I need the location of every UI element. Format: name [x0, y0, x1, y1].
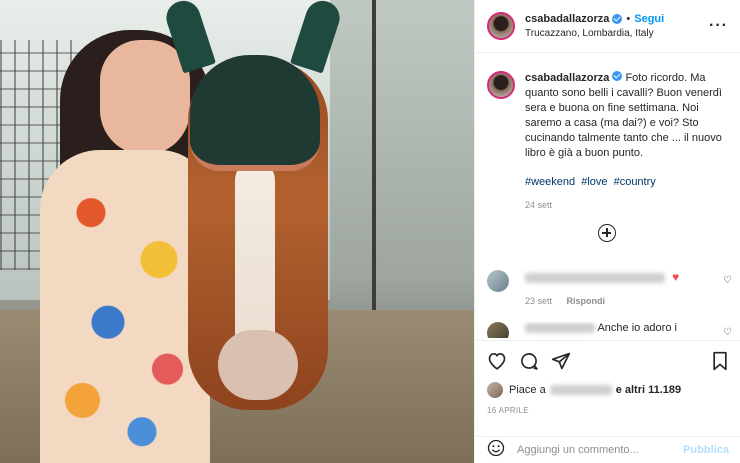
bookmark-icon[interactable] — [711, 351, 729, 376]
comment-blurred-username — [525, 323, 595, 334]
post-side-panel: csabadallazorza • Segui Trucazzano, Lomb… — [474, 0, 740, 463]
liker-avatar[interactable] — [487, 382, 503, 398]
hashtags: #weekend #love #country — [525, 175, 728, 190]
post-date: 16 APRILE — [487, 406, 529, 415]
reply-button[interactable]: Rispondi — [567, 296, 606, 306]
post-photo[interactable] — [0, 0, 474, 463]
header-meta: csabadallazorza • Segui Trucazzano, Lomb… — [525, 13, 709, 39]
comment-avatar[interactable] — [487, 322, 509, 338]
caption-date: 24 sett — [525, 200, 553, 210]
caption-avatar[interactable] — [487, 71, 515, 99]
hashtag-link[interactable]: #love — [581, 176, 607, 188]
likes-count[interactable]: e altri 11.189 — [616, 384, 681, 396]
heart-icon[interactable] — [487, 351, 507, 375]
photo-horse-muzzle — [218, 330, 298, 400]
comment-like-icon[interactable]: ♡ — [723, 275, 732, 286]
caption-text-block: csabadallazorza Foto ricordo. Ma quanto … — [525, 71, 728, 213]
likes-line: Piace a e altri 11.189 — [487, 382, 681, 398]
comment-date: 23 sett — [525, 296, 553, 306]
avatar[interactable] — [487, 12, 515, 40]
verified-icon — [612, 14, 623, 24]
instagram-post: csabadallazorza • Segui Trucazzano, Lomb… — [0, 0, 740, 463]
comment-input[interactable] — [515, 443, 684, 457]
share-icon[interactable] — [551, 351, 571, 376]
comment-like-icon[interactable]: ♡ — [723, 327, 732, 338]
comment-body: ♥ 23 sett Rispondi — [525, 270, 732, 306]
plus-circle-icon[interactable] — [598, 224, 616, 242]
publish-button[interactable]: Pubblica — [683, 444, 729, 456]
liker-blurred-username[interactable] — [549, 385, 612, 395]
photo-woman-face — [100, 40, 190, 155]
caption: csabadallazorza Foto ricordo. Ma quanto … — [475, 53, 740, 213]
comment-text: Anche io adoro i — [597, 322, 677, 334]
comment-icon[interactable] — [519, 351, 539, 376]
heart-emoji: ♥ — [672, 270, 680, 284]
photo-horse-bonnet — [190, 55, 320, 171]
caption-text: Foto ricordo. Ma quanto sono belli i cav… — [525, 72, 722, 159]
separator-dot: • — [626, 13, 631, 25]
header-username[interactable]: csabadallazorza — [525, 13, 609, 25]
verified-icon — [612, 71, 623, 81]
comment-item: ♥ 23 sett Rispondi ♡ — [487, 270, 732, 306]
likes-prefix: Piace a — [509, 384, 546, 396]
more-options-icon[interactable]: ··· — [709, 17, 728, 35]
post-header: csabadallazorza • Segui Trucazzano, Lomb… — [475, 0, 740, 53]
caption-username[interactable]: csabadallazorza — [525, 72, 609, 84]
emoji-icon[interactable] — [487, 439, 505, 462]
location-link[interactable]: Trucazzano, Lombardia, Italy — [525, 28, 709, 39]
photo-floral-shirt — [40, 150, 210, 463]
action-bar — [475, 340, 740, 381]
hashtag-link[interactable]: #country — [614, 176, 656, 188]
comment-avatar[interactable] — [487, 270, 509, 292]
comment-item: Anche io adoro i ♡ — [487, 322, 732, 338]
hashtag-link[interactable]: #weekend — [525, 176, 575, 188]
header-line: csabadallazorza • Segui — [525, 13, 709, 25]
follow-button[interactable]: Segui — [634, 13, 664, 25]
add-comment-bar: Pubblica — [475, 436, 740, 463]
comment-meta: 23 sett Rispondi — [525, 296, 732, 306]
comment-blurred-text — [525, 273, 665, 284]
comment-body: Anche io adoro i — [525, 322, 732, 334]
